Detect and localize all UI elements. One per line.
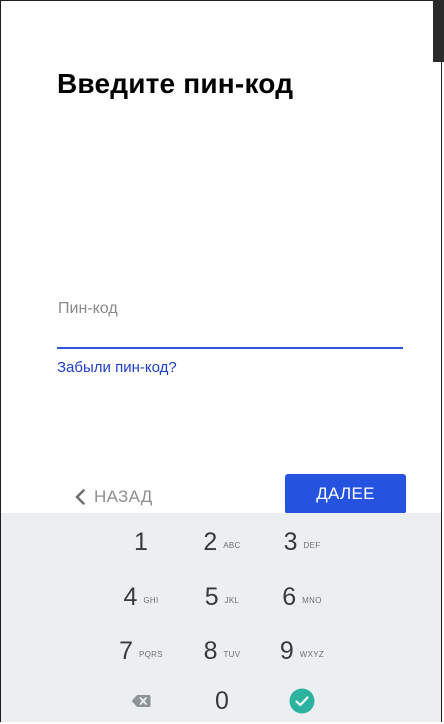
page-title: Введите пин-код (57, 68, 294, 99)
key-digit: 2 (203, 527, 218, 556)
pin-input-underline (57, 347, 403, 349)
key-digit: 6 (282, 582, 297, 611)
key-letters: MNO (302, 596, 322, 605)
pin-input[interactable] (57, 320, 403, 348)
key-5[interactable]: 5 JKL (187, 577, 257, 617)
key-digit: 7 (119, 636, 134, 665)
back-button-label: НАЗАД (94, 487, 153, 506)
numeric-keypad: 1 2 ABC 3 DEF 4 GHI 5 JKL 6 MNO 7 PQRS 8… (1, 513, 441, 722)
key-letters: PQRS (139, 650, 163, 659)
key-letters: ABC (223, 541, 241, 550)
pin-field-label: Пин-код (58, 300, 118, 317)
delete-key[interactable] (106, 681, 176, 721)
key-0[interactable]: 0 (187, 681, 257, 721)
key-4[interactable]: 4 GHI (106, 577, 176, 617)
checkmark-circle-icon (289, 688, 315, 714)
key-8[interactable]: 8 TUV (187, 631, 257, 671)
key-letters: JKL (224, 596, 240, 605)
key-letters: TUV (223, 650, 241, 659)
key-digit: 5 (204, 582, 219, 611)
forgot-pin-link[interactable]: Забыли пин-код? (57, 359, 177, 376)
key-digit: 0 (215, 686, 229, 715)
key-7[interactable]: 7 PQRS (106, 631, 176, 671)
key-letters: GHI (143, 596, 159, 605)
key-letters: DEF (303, 541, 321, 550)
key-digit: 3 (283, 527, 298, 556)
back-button[interactable]: НАЗАД (74, 482, 153, 512)
key-6[interactable]: 6 MNO (267, 577, 337, 617)
chevron-left-icon (75, 489, 85, 505)
key-digit: 1 (134, 527, 148, 556)
key-3[interactable]: 3 DEF (267, 522, 337, 562)
key-digit: 4 (123, 582, 138, 611)
key-2[interactable]: 2 ABC (187, 522, 257, 562)
done-key[interactable] (267, 681, 337, 721)
key-digit: 8 (203, 636, 218, 665)
key-9[interactable]: 9 WXYZ (267, 631, 337, 671)
next-button-label: ДАЛЕЕ (316, 484, 375, 503)
backspace-icon (131, 695, 151, 707)
key-1[interactable]: 1 (106, 522, 176, 562)
key-letters: WXYZ (299, 650, 325, 659)
key-digit: 9 (279, 636, 294, 665)
frame-edge (433, 0, 444, 62)
next-button[interactable]: ДАЛЕЕ (285, 474, 406, 514)
